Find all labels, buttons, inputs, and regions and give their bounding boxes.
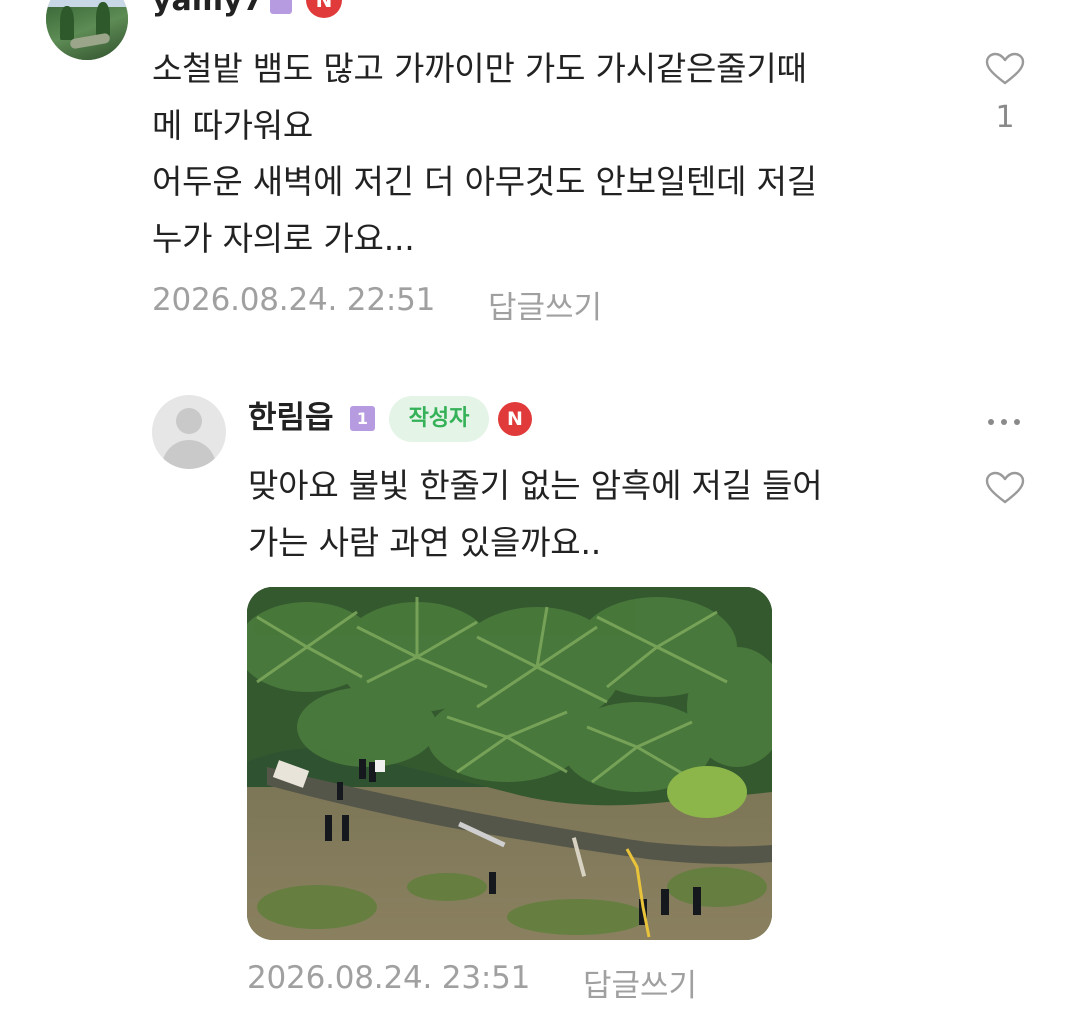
- comment-date: 2026.08.24. 22:51: [152, 282, 436, 318]
- comment-date: 2026.08.24. 23:51: [247, 960, 531, 996]
- level-badge-label: 1: [356, 409, 369, 428]
- new-badge: N: [306, 0, 342, 18]
- comment-text-line: 어두운 새벽에 저긴 더 아무것도 안보일텐데 저길: [152, 162, 817, 201]
- level-badge: 1: [350, 406, 375, 431]
- heart-outline-icon[interactable]: [985, 52, 1025, 86]
- new-badge-label: N: [315, 0, 333, 12]
- avatar-tree: [96, 2, 110, 36]
- reply-button[interactable]: 답글쓰기: [488, 282, 602, 327]
- comment-text: 소철밭 뱀도 많고 가까이만 가도 가시같은줄기때 메 따가워요 어두운 새벽에…: [152, 41, 942, 267]
- avatar[interactable]: [46, 0, 128, 60]
- more-dot: [1001, 419, 1007, 425]
- comment-text: 맞아요 불빛 한줄기 없는 암흑에 저길 들어 가는 사람 과연 있을까요..: [248, 458, 948, 571]
- avatar-trees: [46, 6, 128, 60]
- comment-username[interactable]: 한림읍: [248, 398, 334, 438]
- comment-text-line: 누가 자의로 가요...: [152, 218, 415, 258]
- comment-text-line: 메 따가워요: [152, 105, 314, 145]
- more-dot: [988, 419, 994, 425]
- reply-button[interactable]: 답글쓰기: [583, 960, 697, 1005]
- avatar-head-shape: [176, 408, 202, 434]
- new-badge: N: [498, 402, 532, 436]
- attached-photo[interactable]: [247, 587, 772, 940]
- author-badge-label: 작성자: [408, 406, 470, 431]
- more-options-icon[interactable]: [986, 0, 1022, 8]
- aerial-palm-field-image: [247, 587, 772, 940]
- avatar-tree: [60, 6, 74, 40]
- more-dot: [1014, 419, 1020, 425]
- new-badge-label: N: [507, 408, 523, 430]
- avatar-body-shape: [162, 440, 216, 469]
- level-badge: [270, 0, 292, 14]
- default-avatar[interactable]: [152, 395, 226, 469]
- more-options-icon[interactable]: [986, 412, 1022, 432]
- heart-outline-icon[interactable]: [985, 471, 1025, 505]
- comment-username[interactable]: yamy7: [152, 0, 264, 18]
- author-badge: 작성자: [389, 396, 489, 442]
- comment-text-line: 맞아요 불빛 한줄기 없는 암흑에 저길 들어: [248, 466, 823, 505]
- like-count: 1: [995, 100, 1015, 135]
- comment-text-line: 가는 사람 과연 있을까요..: [248, 522, 602, 562]
- comment-text-line: 소철밭 뱀도 많고 가까이만 가도 가시같은줄기때: [152, 49, 807, 88]
